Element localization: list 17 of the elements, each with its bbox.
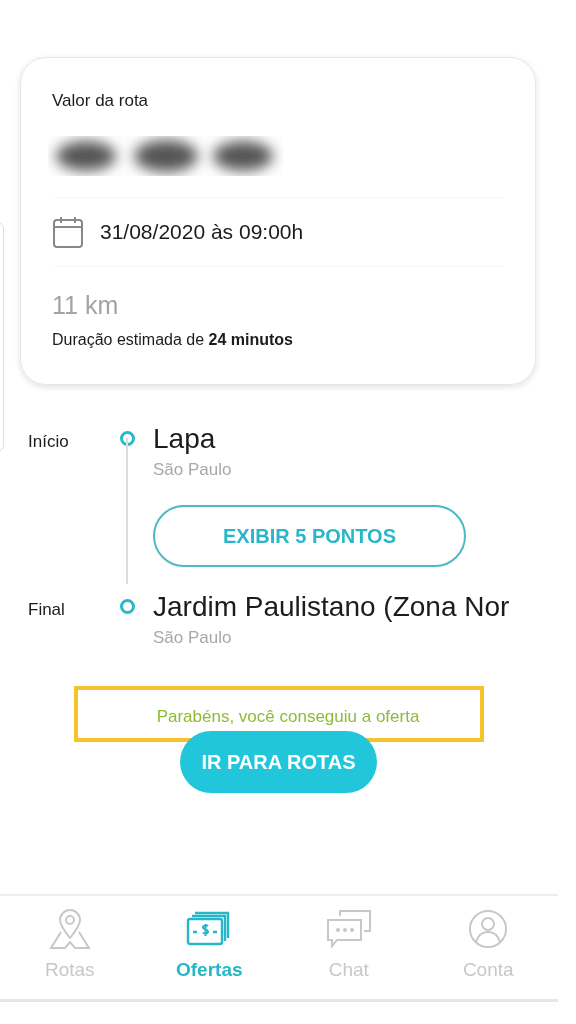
distance: 11 km <box>52 289 120 321</box>
chat-bubbles-icon <box>324 908 373 950</box>
stop-marker <box>120 598 135 614</box>
show-points-button[interactable]: EXIBIR 5 PONTOS <box>153 504 466 567</box>
city-name: São Paulo <box>153 626 233 649</box>
go-to-routes-button[interactable]: IR PARA ROTAS <box>180 731 377 794</box>
nav-tab[interactable]: Ofertas <box>139 908 279 999</box>
duration-text: Duração estimada de 24 minutos <box>52 330 294 350</box>
place-name: Jardim Paulistano (Zona Nor <box>153 590 511 623</box>
success-message: Parabéns, você conseguiu a oferta <box>155 706 421 729</box>
calendar-icon <box>52 214 84 249</box>
stop-label: Início <box>27 431 70 453</box>
date-time: 31/08/2020 às 09:00h <box>100 218 304 245</box>
stop-label: Final <box>27 598 66 621</box>
city-name: São Paulo <box>153 459 233 482</box>
value-label: Valor da rota <box>52 90 150 112</box>
place-name: Lapa <box>153 423 217 456</box>
